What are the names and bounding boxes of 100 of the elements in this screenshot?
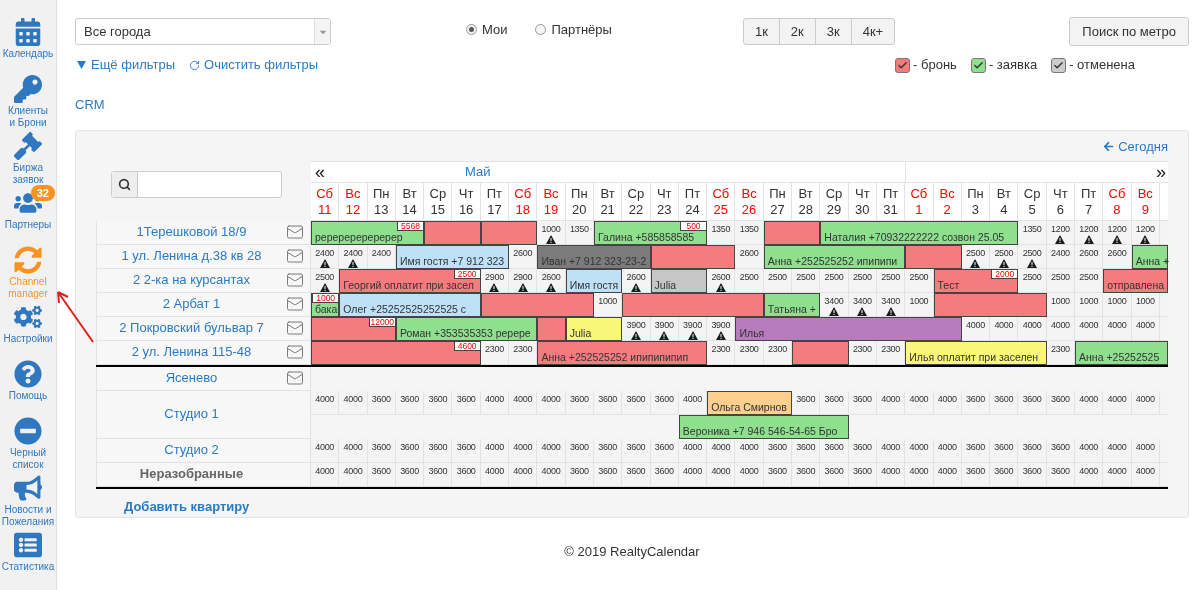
booking-bar[interactable]: Анна +252525252 ипипипи (763, 244, 906, 269)
booking-bar[interactable]: 12000 (311, 316, 396, 341)
more-filters-link[interactable]: Ещё фильтры (77, 55, 176, 75)
calendar-cell[interactable]: 4000 (339, 390, 368, 415)
calendar-cell[interactable]: 4000 (1075, 438, 1104, 463)
calendar-cell[interactable]: 4000 (480, 390, 510, 415)
calendar-cell[interactable]: 1000 (1075, 292, 1104, 317)
booking-bar[interactable]: 4600 (311, 340, 481, 365)
booking-bar[interactable]: Роман +353535353 ререре (395, 316, 538, 341)
calendar-cell[interactable]: 4000 (678, 390, 708, 415)
calendar-cell[interactable]: 3600 (990, 438, 1019, 463)
booking-bar[interactable]: Илья оплатит при заселен (905, 340, 1047, 365)
apartment-link[interactable]: 2 Покровский бульвар 7 (97, 318, 286, 338)
calendar-cell[interactable]: 3600 (565, 438, 594, 463)
calendar-cell[interactable]: 3900 (622, 316, 651, 341)
apartment-link[interactable]: 2 ул. Ленина 115-48 (97, 342, 286, 362)
sidebar-item[interactable]: Настройки (0, 303, 56, 360)
calendar-cell[interactable]: 2500 (990, 244, 1019, 269)
calendar-cell[interactable]: 2300 (509, 340, 538, 365)
booking-bar[interactable]: Ольга Смирнов (707, 390, 793, 415)
calendar-cell[interactable]: 4000 (707, 438, 736, 463)
calendar-cell[interactable]: 4000 (339, 462, 368, 487)
booking-bar[interactable]: Георгий оплатит при засел 2500 (339, 268, 481, 293)
calendar-cell[interactable]: 1200 (1075, 220, 1104, 245)
calendar-cell[interactable]: 3600 (395, 438, 425, 463)
next-button[interactable]: » (1155, 162, 1168, 181)
calendar-cell[interactable]: 3600 (650, 438, 679, 463)
booking-bar[interactable]: Вероника +7 946 546-54-65 Бро (678, 414, 849, 439)
calendar-cell[interactable]: 4000 (537, 462, 566, 487)
booking-bar[interactable]: реререререререр 5568 (311, 220, 425, 245)
calendar-cell[interactable]: 4000 (509, 462, 538, 487)
apartment-link[interactable]: 1 ул. Ленина д.38 кв 28 (97, 246, 286, 266)
calendar-cell[interactable]: 4000 (1103, 390, 1132, 415)
calendar-cell[interactable]: 2600 (509, 244, 538, 269)
calendar-cell[interactable]: 3600 (990, 462, 1019, 487)
calendar-cell[interactable]: 4000 (876, 390, 906, 415)
crm-link[interactable]: CRM (75, 95, 105, 115)
sidebar-item[interactable]: Новости и Пожелания (0, 474, 56, 531)
calendar-cell[interactable]: 2400 (339, 244, 368, 269)
calendar-cell[interactable]: 3600 (593, 438, 623, 463)
calendar-cell[interactable]: 4000 (1075, 316, 1104, 341)
calendar-cell[interactable]: 1350 (707, 220, 736, 245)
booking-bar[interactable]: Наталия +70932222222 созвон 25.05 (820, 220, 1019, 245)
calendar-cell[interactable]: 1350 (735, 220, 764, 245)
calendar-cell[interactable]: 3600 (990, 390, 1019, 415)
calendar-cell[interactable]: 3600 (961, 390, 991, 415)
radio-option[interactable]: Партнёры (535, 19, 612, 40)
calendar-cell[interactable]: 3600 (1018, 438, 1047, 463)
sidebar-item[interactable]: Статистика (0, 531, 56, 588)
calendar-cell[interactable]: 2500 (1018, 244, 1047, 269)
calendar-cell[interactable]: 3600 (1018, 390, 1047, 415)
rooms-button[interactable]: 4к+ (850, 18, 896, 45)
apartment-link[interactable]: Ясенево (97, 368, 286, 388)
calendar-cell[interactable]: 4000 (933, 438, 962, 463)
calendar-cell[interactable]: 4000 (735, 438, 764, 463)
calendar-cell[interactable]: 2600 (537, 268, 566, 293)
sidebar-item[interactable]: Клиенты и Брони (0, 75, 56, 132)
calendar-cell[interactable]: 3600 (622, 438, 651, 463)
calendar-cell[interactable]: 2500 (735, 268, 764, 293)
booking-bar[interactable]: отправлена (1103, 268, 1168, 293)
calendar-cell[interactable]: 4000 (905, 390, 934, 415)
rooms-button[interactable]: 1к (742, 18, 780, 45)
calendar-cell[interactable]: 3600 (452, 390, 481, 415)
sidebar-item[interactable]: Календарь (0, 18, 56, 75)
calendar-cell[interactable]: 2600 (707, 268, 736, 293)
add-apartment-link[interactable]: Добавить квартиру (124, 496, 250, 516)
calendar-cell[interactable]: 2600 (1103, 244, 1132, 269)
calendar-cell[interactable]: 4000 (1018, 316, 1047, 341)
calendar-cell[interactable]: 1000 (537, 220, 566, 245)
calendar-cell[interactable]: 1000 (905, 292, 934, 317)
booking-bar[interactable]: Илья (735, 316, 962, 341)
calendar-cell[interactable]: 4000 (933, 390, 962, 415)
calendar-cell[interactable]: 3600 (367, 390, 396, 415)
calendar-cell[interactable]: 3600 (593, 390, 623, 415)
booking-bar[interactable]: бака 1000 (311, 292, 340, 317)
calendar-cell[interactable]: 3600 (820, 438, 849, 463)
calendar-cell[interactable]: 4000 (1075, 462, 1104, 487)
calendar-cell[interactable]: 4000 (480, 438, 510, 463)
calendar-cell[interactable]: 4000 (1131, 390, 1160, 415)
calendar-cell[interactable]: 3600 (820, 390, 849, 415)
calendar-cell[interactable]: 2500 (1018, 268, 1047, 293)
radio-option[interactable]: Мои (466, 19, 508, 40)
calendar-cell[interactable]: 2500 (905, 268, 934, 293)
calendar-cell[interactable]: 2500 (1075, 268, 1104, 293)
calendar-cell[interactable]: 2500 (792, 268, 821, 293)
calendar-cell[interactable]: 3600 (961, 438, 991, 463)
calendar-cell[interactable]: 4000 (905, 462, 934, 487)
calendar-cell[interactable]: 2600 (622, 268, 651, 293)
calendar-cell[interactable]: 3600 (848, 438, 877, 463)
calendar-cell[interactable]: 3600 (424, 438, 453, 463)
calendar-cell[interactable]: 1350 (1018, 220, 1047, 245)
booking-bar[interactable]: Анна +252525252 ипипипипип (537, 340, 708, 365)
calendar-cell[interactable]: 3600 (622, 390, 651, 415)
metro-search-button[interactable]: Поиск по метро (1069, 17, 1189, 46)
apartment-link[interactable]: Студио 2 (97, 440, 286, 460)
clear-filters-link[interactable]: Очистить фильтры (189, 55, 319, 75)
calendar-cell[interactable]: 4000 (509, 390, 538, 415)
calendar-cell[interactable]: 4000 (339, 438, 368, 463)
calendar-cell[interactable]: 4000 (876, 438, 906, 463)
booking-bar[interactable]: Имя гостя +7 912 323 (395, 244, 510, 269)
